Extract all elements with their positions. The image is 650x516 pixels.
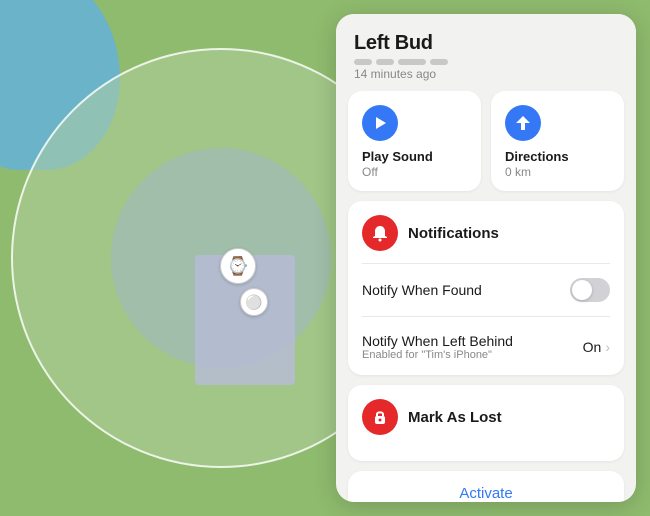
lost-header: Mark As Lost: [362, 399, 610, 435]
panel-time: 14 minutes ago: [354, 67, 618, 81]
notify-found-row: Notify When Found: [362, 274, 610, 306]
device-panel: Left Bud 14 minutes ago Play Sound Off: [336, 14, 636, 502]
notifications-card: Notifications Notify When Found Notify W…: [348, 201, 624, 375]
panel-title: Left Bud: [354, 32, 618, 55]
action-cards-row: Play Sound Off Directions 0 km: [348, 91, 624, 191]
bell-icon: [370, 223, 390, 243]
subtitle-dots: [354, 59, 618, 65]
dot-1: [354, 59, 372, 65]
panel-header: Left Bud 14 minutes ago: [336, 14, 636, 91]
divider-2: [362, 316, 610, 317]
lost-title: Mark As Lost: [408, 409, 502, 426]
activate-card[interactable]: Activate: [348, 471, 624, 502]
notify-behind-row[interactable]: Notify When Left Behind Enabled for "Tim…: [362, 327, 610, 361]
activate-link[interactable]: Activate: [459, 485, 512, 502]
play-sound-value: Off: [362, 165, 467, 179]
dot-4: [430, 59, 448, 65]
toggle-thumb: [572, 280, 592, 300]
directions-icon-circle: [505, 105, 541, 141]
play-sound-icon-circle: [362, 105, 398, 141]
play-icon: [371, 114, 389, 132]
device-cluster: ⌚ ⚪: [220, 248, 268, 316]
airpod-icon: ⚪: [240, 288, 268, 316]
notify-behind-right: On ›: [583, 339, 610, 355]
directions-label: Directions: [505, 149, 610, 164]
watch-icon: ⌚: [220, 248, 256, 284]
directions-value: 0 km: [505, 165, 610, 179]
notify-behind-left: Notify When Left Behind Enabled for "Tim…: [362, 333, 513, 361]
directions-icon: [514, 114, 532, 132]
chevron-icon: ›: [605, 339, 610, 355]
notify-found-toggle[interactable]: [570, 278, 610, 302]
play-sound-card[interactable]: Play Sound Off: [348, 91, 481, 191]
panel-content: Play Sound Off Directions 0 km: [336, 91, 636, 502]
notify-behind-value: On: [583, 339, 602, 355]
divider-1: [362, 263, 610, 264]
notify-behind-sub: Enabled for "Tim's iPhone": [362, 349, 513, 361]
directions-card[interactable]: Directions 0 km: [491, 91, 624, 191]
play-sound-label: Play Sound: [362, 149, 467, 164]
notify-behind-label: Notify When Left Behind: [362, 333, 513, 349]
notifications-icon-circle: [362, 215, 398, 251]
dot-3: [398, 59, 426, 65]
notify-found-label: Notify When Found: [362, 282, 482, 298]
lock-icon: [370, 407, 390, 427]
dot-2: [376, 59, 394, 65]
notifications-header: Notifications: [362, 215, 610, 251]
mark-as-lost-card: Mark As Lost: [348, 385, 624, 461]
lost-icon-circle: [362, 399, 398, 435]
notifications-title: Notifications: [408, 225, 499, 242]
